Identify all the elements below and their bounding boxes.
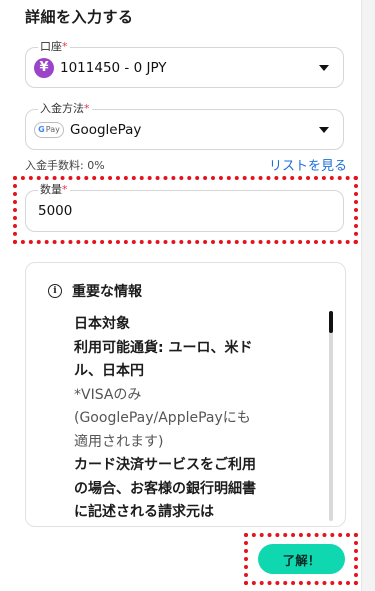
deposit-method-value: GooglePay bbox=[70, 121, 142, 138]
chevron-down-icon bbox=[319, 126, 329, 133]
info-line: *VISAのみ bbox=[74, 386, 142, 403]
info-line: に記述される請求元は bbox=[74, 504, 214, 520]
info-icon: i bbox=[48, 284, 62, 298]
deposit-method-select[interactable]: 入金方法* G Pay GooglePay bbox=[25, 102, 344, 150]
chevron-down-icon bbox=[319, 64, 329, 71]
info-line: ル、日本円 bbox=[74, 363, 144, 379]
info-line: カード決済サービスをご利用 bbox=[74, 457, 256, 473]
amount-field[interactable]: 数量* 5000 bbox=[25, 183, 344, 232]
gpay-icon: G Pay bbox=[34, 121, 64, 138]
amount-input[interactable]: 5000 bbox=[38, 203, 72, 219]
window-edge bbox=[361, 0, 375, 591]
info-line: 適用されます) bbox=[74, 433, 164, 450]
info-text[interactable]: 日本対象 利用可能通貨: ユーロ、米ド ル、日本円 *VISAのみ (Googl… bbox=[74, 313, 289, 525]
info-header: i 重要な情報 bbox=[48, 281, 142, 301]
yen-icon: ¥ bbox=[34, 57, 54, 78]
info-title: 重要な情報 bbox=[72, 284, 142, 300]
account-select[interactable]: 口座* ¥ 1011450 - 0 JPY bbox=[25, 40, 344, 88]
page-title: 詳細を入力する bbox=[25, 8, 134, 26]
account-value: 1011450 - 0 JPY bbox=[60, 59, 167, 76]
important-info-card: i 重要な情報 日本対象 利用可能通貨: ユーロ、米ド ル、日本円 *VISAの… bbox=[25, 262, 346, 527]
deposit-fee-text: 入金手数料: 0% bbox=[25, 159, 105, 172]
info-line: 利用可能通貨: ユーロ、米ド bbox=[74, 339, 253, 356]
ok-button[interactable]: 了解！ bbox=[258, 544, 345, 574]
info-line: (GooglePay/ApplePayにも bbox=[74, 410, 251, 426]
info-line: 日本対象 bbox=[74, 316, 130, 332]
info-line: の場合、お客様の銀行明細書 bbox=[74, 480, 256, 497]
view-list-link[interactable]: リストを見る bbox=[269, 155, 347, 174]
scrollbar-track[interactable] bbox=[329, 311, 333, 521]
scrollbar-thumb[interactable] bbox=[329, 311, 333, 333]
